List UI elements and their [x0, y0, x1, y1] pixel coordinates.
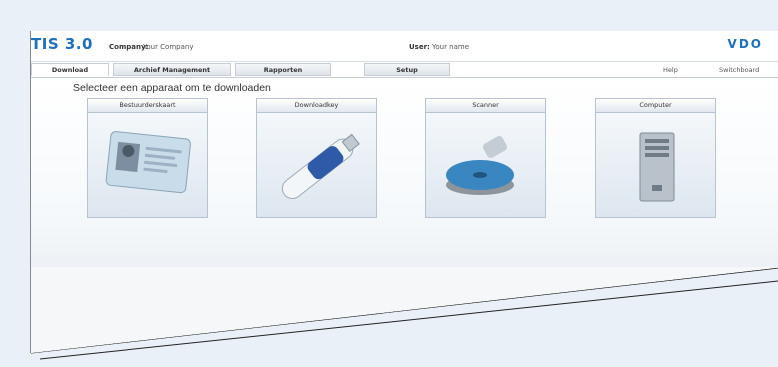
vdo-logo: VDO [727, 37, 763, 51]
scanner-icon [446, 136, 514, 195]
device-card-driver-card[interactable]: Bestuurderskaart [87, 98, 208, 218]
app-logo: TIS 3.0 [31, 35, 93, 53]
driver-card-icon [105, 131, 191, 194]
tab-archief-management[interactable]: Archief Management [113, 63, 231, 76]
tab-setup[interactable]: Setup [364, 63, 450, 76]
device-card-label: Computer [596, 99, 715, 113]
tab-bar: Download Archief Management Rapporten Se… [31, 63, 778, 77]
device-card-label: Downloadkey [257, 99, 376, 113]
device-card-downloadkey[interactable]: Downloadkey [256, 98, 377, 218]
tab-rapporten[interactable]: Rapporten [235, 63, 331, 76]
help-link[interactable]: Help [663, 66, 678, 74]
tab-download[interactable]: Download [31, 63, 109, 76]
top-bar: TIS 3.0 Company: Your Company User: Your… [31, 31, 778, 62]
switchboard-link[interactable]: Switchboard [719, 66, 759, 74]
user-label: User: [409, 43, 430, 51]
computer-icon [639, 132, 675, 202]
device-card-label: Bestuurderskaart [88, 99, 207, 113]
device-card-label: Scanner [426, 99, 545, 113]
download-panel: Selecteer een apparaat om te downloaden … [31, 77, 778, 268]
user-value: Your name [432, 43, 470, 51]
download-key-icon [281, 133, 360, 199]
device-card-scanner[interactable]: Scanner [425, 98, 546, 218]
download-prompt: Selecteer een apparaat om te downloaden [73, 82, 271, 94]
device-card-computer[interactable]: Computer [595, 98, 716, 218]
company-value: Your Company [143, 43, 194, 51]
